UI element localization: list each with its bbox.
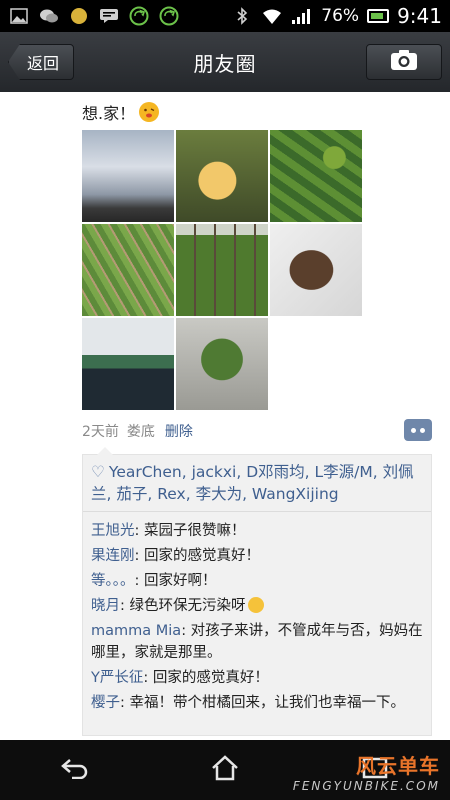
comment-item[interactable]: 晓月: 绿色环保无污染呀	[83, 595, 431, 617]
comment-author[interactable]: 王旭光	[91, 523, 135, 539]
comment-button[interactable]	[404, 419, 432, 441]
comment-author[interactable]: 樱子	[91, 695, 120, 711]
comment-author[interactable]: Y严长征	[91, 670, 143, 686]
status-bar: 76% 9:41	[0, 0, 450, 32]
watermark-english: FENGYUNBIKE.COM	[292, 779, 440, 793]
photo-thumbnail[interactable]	[270, 130, 362, 222]
comment-author[interactable]: 晓月	[91, 598, 120, 614]
signal-icon	[291, 6, 313, 26]
photo-thumbnail[interactable]	[176, 130, 268, 222]
comment-text: : 回家的感觉真好！	[143, 670, 269, 686]
coin-icon	[68, 6, 90, 26]
comment-text: : 回家的感觉真好！	[134, 548, 261, 564]
page-title: 朋友圈	[193, 51, 257, 76]
post-location[interactable]: 娄底	[127, 421, 155, 441]
comment-item[interactable]: 果连刚: 回家的感觉真好！	[83, 545, 431, 567]
camera-icon	[390, 49, 418, 75]
post-time: 2天前	[82, 424, 119, 440]
system-icons: 76% 9:41	[231, 4, 442, 28]
tongue-out-emoji-icon	[139, 102, 160, 122]
comment-text: : 菜园子很赞嘛！	[134, 523, 246, 539]
sync-icon	[158, 6, 180, 26]
post-caption: 想.家！	[82, 104, 136, 123]
watermark: 风云单车 FENGYUNBIKE.COM	[210, 750, 440, 798]
gallery-icon	[8, 6, 30, 26]
post-meta: 2天前 娄底 删除	[82, 419, 432, 442]
battery-icon	[367, 9, 390, 23]
clock: 9:41	[397, 4, 442, 28]
comment-item[interactable]: Y严长征: 回家的感觉真好！	[83, 667, 431, 689]
back-arrow-icon	[60, 757, 90, 783]
dot-icon	[420, 427, 425, 433]
smile-emoji-icon	[247, 597, 264, 613]
moments-feed: 想.家！ 2天前 娄底 删除 ♡ YearChen, jackxi, D邓雨均, …	[0, 92, 450, 740]
comment-text: : 绿色环保无污染呀	[120, 598, 246, 614]
notification-icons	[8, 6, 180, 26]
comment-text: : 幸福！带个柑橘回来，让我们也幸福一下。	[120, 695, 405, 711]
battery-percent: 76%	[321, 6, 360, 26]
back-button[interactable]: 返回	[8, 44, 75, 80]
comment-item[interactable]: 王旭光: 菜园子很赞嘛！	[83, 520, 431, 542]
wifi-icon	[261, 6, 283, 26]
comment-item[interactable]: 樱子: 幸福！带个柑橘回来，让我们也幸福一下。	[83, 692, 431, 714]
photo-thumbnail[interactable]	[82, 130, 174, 222]
comment-item[interactable]: 等。。。: 回家好啊！	[83, 570, 431, 592]
photo-thumbnail[interactable]	[270, 224, 362, 316]
photo-thumbnail[interactable]	[82, 318, 174, 410]
heart-icon: ♡	[91, 463, 105, 481]
title-bar: 返回 朋友圈	[0, 32, 450, 92]
comment-author[interactable]: mamma Mia	[91, 623, 181, 639]
comment-panel: ♡ YearChen, jackxi, D邓雨均, L李源/M, 刘佩兰, 茄子,…	[82, 447, 432, 736]
likes-list: ♡ YearChen, jackxi, D邓雨均, L李源/M, 刘佩兰, 茄子,…	[83, 455, 431, 512]
comment-item[interactable]: mamma Mia: 对孩子来讲，不管成年与否，妈妈在哪里，家就是那里。	[83, 620, 431, 664]
post-text: 想.家！	[82, 100, 160, 124]
wechat-icon	[38, 6, 60, 26]
comment-author[interactable]: 果连刚	[91, 548, 135, 564]
likes-names[interactable]: YearChen, jackxi, D邓雨均, L李源/M, 刘佩兰, 茄子, …	[91, 463, 414, 503]
dot-icon	[411, 427, 416, 433]
delete-link[interactable]: 删除	[165, 421, 193, 441]
sync-icon	[128, 6, 150, 26]
photo-grid	[82, 130, 362, 410]
bluetooth-icon	[231, 6, 253, 26]
back-nav-button[interactable]	[45, 750, 105, 790]
watermark-chinese: 风云单车	[356, 754, 440, 778]
photo-thumbnail[interactable]	[176, 318, 268, 410]
comment-author[interactable]: 等。。。	[91, 573, 135, 589]
comments-list: 王旭光: 菜园子很赞嘛！ 果连刚: 回家的感觉真好！ 等。。。: 回家好啊！ 晓…	[83, 512, 431, 714]
photo-thumbnail[interactable]	[82, 224, 174, 316]
camera-button[interactable]	[366, 44, 442, 80]
message-icon	[98, 6, 120, 26]
photo-thumbnail[interactable]	[176, 224, 268, 316]
comment-text: : 回家好啊！	[134, 573, 217, 589]
